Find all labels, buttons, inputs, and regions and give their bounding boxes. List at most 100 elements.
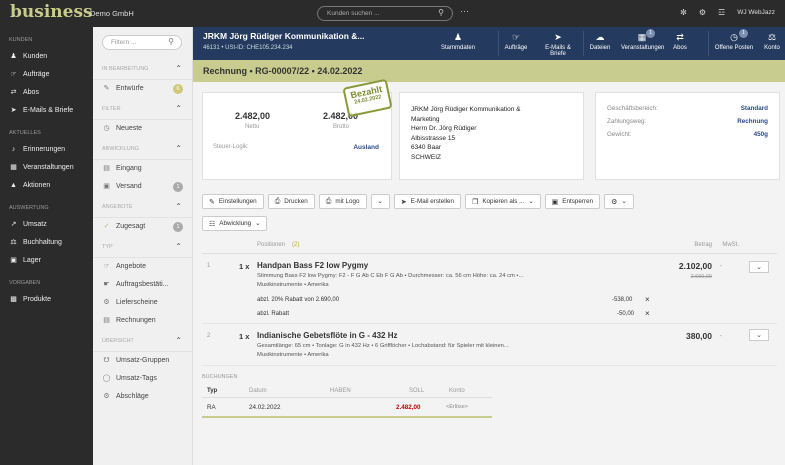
megaphone-icon: ▲ [10,182,17,189]
count-badge: 6 [173,84,183,94]
group-typ[interactable]: TYP ⌃ [93,236,192,258]
tab-abos[interactable]: ⇄ Abos [668,27,692,60]
nav-label: Produkte [23,296,52,303]
col-typ: Typ [207,388,218,394]
user-menu[interactable]: WJ WebJazz [737,9,775,16]
group-in-bearbeitung[interactable]: IN BEARBEITUNG ⌃ [93,58,192,80]
item-label: Eingang [116,165,142,172]
item-label: Rechnungen [116,317,156,324]
tab-auftraege[interactable]: ☞ Aufträge [499,27,533,60]
offer-icon: ☞ [103,263,110,270]
nav-item-umsatz[interactable]: ↗ Umsatz [0,216,93,234]
sidebar-item-versand[interactable]: ▣ Versand 1 [93,178,192,196]
sidebar-item-rechnungen[interactable]: ▤ Rechnungen [93,312,192,330]
table-row[interactable]: 2 1 x Indianische Gebetsflöte in G - 432… [202,324,777,366]
search-input[interactable]: Kunden suchen ... ⚲ [317,6,453,21]
tab-veranstaltungen[interactable]: ▦ Veranstaltungen 1 [616,27,668,60]
nav-label: Kunden [23,53,48,60]
toolbar: ✎ Einstellungen ⎙ Drucken ⎙ mit Logo ⌄ ➤ E-M… [202,194,634,209]
scale-icon: ⚖ [10,239,17,246]
company-name[interactable]: Demo GmbH [90,9,134,18]
nav-item-emails[interactable]: ➤ E-Mails & Briefe [0,102,93,120]
create-email-button[interactable]: ➤ E-Mail erstellen [393,194,462,209]
table-row[interactable]: 1 1 x Handpan Bass F2 low Pygmy Stimmung… [202,254,777,324]
row-title[interactable]: Indianische Gebetsflöte in G - 432 Hz [257,331,397,340]
nav-item-produkte[interactable]: ▩ Produkte [0,291,93,309]
sidebar-item-umsatz-gruppen[interactable]: ☋ Umsatz-Gruppen [93,352,192,370]
filter-input[interactable]: Filtern ... ⚲ [102,35,182,50]
sidebar-item-auftragsbestaetigung[interactable]: ☛ Auftragsbestäti... [93,276,192,294]
tab-dateien[interactable]: ☁ Dateien [584,27,616,60]
row-origin: Musikinstrumente • Amerika [257,352,329,358]
nav-item-auftraege[interactable]: ☞ Aufträge [0,66,93,84]
print-logo-button[interactable]: ⎙ mit Logo [318,194,367,209]
check-icon: ✓ [103,223,110,230]
settings-button[interactable]: ✎ Einstellungen [202,194,264,209]
nav-item-abos[interactable]: ⇄ Abos [0,84,93,102]
remove-discount-icon[interactable]: × [645,295,650,304]
sidebar-item-neueste[interactable]: ◷ Neueste [93,120,192,138]
copy-as-button[interactable]: ❐ Kopieren als ... ⌄ [465,194,541,209]
nav-label: Abos [23,89,39,96]
handshake-icon: ☞ [511,32,521,42]
group-filter[interactable]: FILTER ⌃ [93,98,192,120]
tab-stammdaten[interactable]: ♟ Stammdaten [432,27,484,60]
group-label: ANGEBOTE [102,204,133,210]
database-icon[interactable]: ☲ [718,8,725,17]
brutto-label: Brutto [333,124,350,130]
remove-discount-icon[interactable]: × [645,309,650,318]
nav-label: Veranstaltungen [23,164,74,171]
clock-icon: ◷ [103,125,110,132]
tab-label: Abos [673,45,687,51]
discount-value: -538,00 [612,297,633,303]
chevron-down-icon: ⌄ [255,220,261,227]
nav-item-lager[interactable]: ▣ Lager [0,252,93,270]
row-title[interactable]: Handpan Bass F2 low Pygmy [257,261,368,270]
nav-item-erinnerungen[interactable]: ♪ Erinnerungen [0,141,93,159]
nav-item-buchhaltung[interactable]: ⚖ Buchhaltung [0,234,93,252]
col-soll: SOLL [409,388,425,394]
print-options-dropdown[interactable]: ⌄ [370,194,390,209]
send-icon: ➤ [554,32,562,42]
tab-konto[interactable]: ⚖ Konto [759,27,785,60]
palette-icon[interactable]: ✼ [680,8,687,17]
abwicklung-button[interactable]: ☷ Abwicklung ⌄ [202,216,268,231]
booking-row[interactable]: RA 24.02.2022 2.482,00 <Erlöse> [202,398,492,418]
row-menu-dropdown[interactable]: ⌄ [749,261,769,273]
sidebar-item-lieferscheine[interactable]: ⚙ Lieferscheine [93,294,192,312]
sidebar-item-abschlaege[interactable]: ⚙ Abschläge [93,388,192,406]
print-button[interactable]: ⎙ Drucken [267,194,315,209]
positions-label: Positionen [257,242,286,248]
row-mwst: - [719,263,722,270]
gear-dropdown[interactable]: ⚙ ⌄ [604,194,634,209]
unlock-button[interactable]: ▣ Entsperren [544,194,601,209]
address-line: SCHWEIZ [411,153,441,161]
tab-label: E-Mails & Briefe [545,45,571,57]
sidebar-item-umsatz-tags[interactable]: ◯ Umsatz-Tags [93,370,192,388]
tab-offene-posten[interactable]: ◷ Offene Posten 1 [709,27,759,60]
nav-item-veranstaltungen[interactable]: ▦ Veranstaltungen [0,159,93,177]
tab-emails[interactable]: ➤ E-Mails & Briefe [533,27,583,60]
chevron-down-icon: ⌄ [621,198,627,205]
nav-item-aktionen[interactable]: ▲ Aktionen [0,177,93,195]
sidebar-item-entwuerfe[interactable]: ✎ Entwürfe 6 [93,80,192,98]
item-label: Lieferscheine [116,299,158,306]
settings-icon[interactable]: ⚙ [699,8,706,17]
repeat-icon: ⇄ [676,32,684,42]
group-abwicklung[interactable]: ABWICKLUNG ⌃ [93,138,192,160]
nav-item-kunden[interactable]: ♟ Kunden [0,48,93,66]
group-angebote[interactable]: ANGEBOTE ⌃ [93,196,192,218]
group-uebersicht[interactable]: ÜBERSICHT ⌃ [93,330,192,352]
booking-konto: <Erlöse> [446,404,469,410]
more-icon[interactable]: ··· [460,6,469,16]
app-logo[interactable]: business [10,2,93,22]
customer-name[interactable]: JRKM Jörg Rüdiger Kommunikation &... [203,31,365,41]
row-qty: 1 x [239,262,250,271]
sidebar-item-eingang[interactable]: ▤ Eingang [93,160,192,178]
send-icon: ➤ [400,198,407,206]
row-menu-dropdown[interactable]: ⌄ [749,329,769,341]
row-amount: 2.102,00 [678,261,712,271]
tag-icon: ◯ [102,375,111,382]
sidebar-item-angebote[interactable]: ☞ Angebote [93,258,192,276]
sidebar-item-zugesagt[interactable]: ✓ Zugesagt 1 [93,218,192,236]
